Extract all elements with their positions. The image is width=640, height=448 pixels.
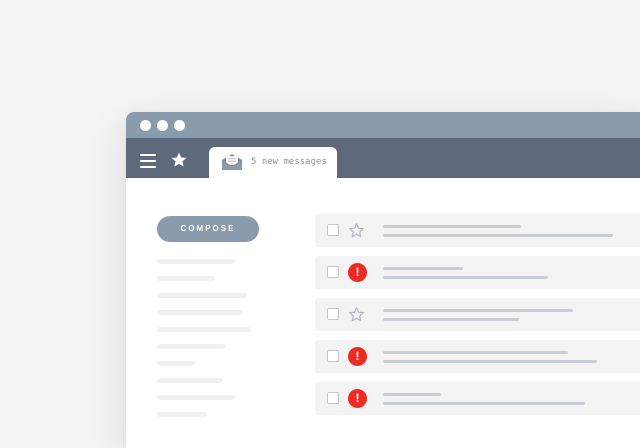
compose-button[interactable]: COMPOSE [157,216,259,242]
toolbar: 5 new messages [126,138,640,178]
star-outline-icon[interactable] [348,222,365,239]
message-checkbox[interactable] [327,308,339,320]
message-row[interactable] [315,214,640,247]
tab-label: 5 new messages [251,157,327,167]
message-checkbox[interactable] [327,392,339,404]
message-row[interactable]: ! [315,256,640,289]
message-row[interactable] [315,298,640,331]
sidebar-folder-placeholder[interactable] [157,361,195,366]
message-subject-placeholder [383,393,441,396]
message-row[interactable]: ! [315,382,640,415]
alert-icon: ! [348,263,367,282]
message-checkbox[interactable] [327,224,339,236]
star-icon[interactable] [170,151,188,169]
message-checkbox[interactable] [327,350,339,362]
message-preview-placeholder [383,276,548,279]
message-checkbox[interactable] [327,266,339,278]
message-subject-placeholder [383,351,568,354]
tab-inbox[interactable]: 5 new messages [209,147,337,178]
sidebar-folder-placeholder[interactable] [157,310,243,315]
star-outline-icon[interactable] [348,306,365,323]
window-control-dot[interactable] [157,120,168,131]
message-row[interactable]: ! [315,340,640,373]
message-preview-placeholder [383,234,613,237]
message-preview-placeholder [383,402,585,405]
window-control-dot[interactable] [174,120,185,131]
open-envelope-icon [222,154,242,170]
sidebar-folder-placeholder[interactable] [157,395,235,400]
mail-app-window: 5 new messages COMPOSE ! ! ! [126,112,640,448]
message-preview-placeholder [383,360,597,363]
alert-icon: ! [348,347,367,366]
message-preview-placeholder [383,318,519,321]
message-subject-placeholder [383,225,521,228]
window-titlebar [126,112,640,138]
window-control-dot[interactable] [140,120,151,131]
message-subject-placeholder [383,309,573,312]
hamburger-menu-icon[interactable] [140,154,156,168]
sidebar-folder-placeholder[interactable] [157,293,247,298]
sidebar-folder-placeholder[interactable] [157,344,225,349]
message-subject-placeholder [383,267,463,270]
mail-content: COMPOSE ! ! ! [126,178,640,448]
sidebar-folder-placeholder[interactable] [157,378,223,383]
sidebar-folder-placeholder[interactable] [157,259,235,264]
sidebar-folder-placeholder[interactable] [157,412,207,417]
alert-icon: ! [348,389,367,408]
sidebar-folder-placeholder[interactable] [157,276,215,281]
sidebar-folder-placeholder[interactable] [157,327,251,332]
